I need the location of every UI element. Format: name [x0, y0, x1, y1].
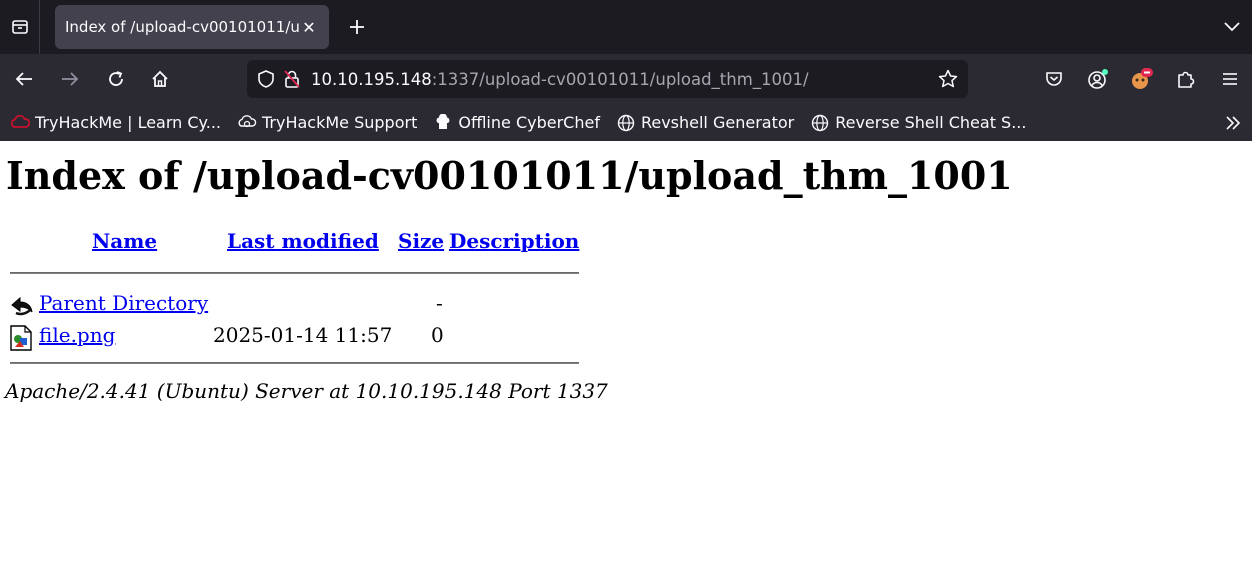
- size-cell: 0: [431, 323, 444, 347]
- bookmark-label: TryHackMe Support: [262, 113, 418, 132]
- navigation-bar: 10.10.195.148:1337/upload-cv00101011/upl…: [0, 54, 1252, 104]
- table-row: Parent Directory -: [10, 287, 580, 319]
- tryhackme-icon: [10, 113, 30, 133]
- back-arrow-icon: [10, 293, 34, 317]
- url-text[interactable]: 10.10.195.148:1337/upload-cv00101011/upl…: [311, 70, 809, 89]
- url-bar[interactable]: 10.10.195.148:1337/upload-cv00101011/upl…: [247, 60, 968, 98]
- last-modified-cell: 2025-01-14 11:57: [213, 323, 393, 347]
- parent-directory-link[interactable]: Parent Directory: [39, 291, 208, 315]
- pocket-icon[interactable]: [1040, 65, 1068, 93]
- insecure-lock-icon[interactable]: [277, 69, 307, 89]
- forward-icon[interactable]: [56, 65, 84, 93]
- new-tab-icon[interactable]: [343, 13, 371, 41]
- table-row: file.png 2025-01-14 11:57 0: [10, 319, 580, 351]
- sort-by-last-modified-link[interactable]: Last modified: [227, 229, 379, 253]
- bookmark-star-icon[interactable]: [938, 69, 958, 93]
- url-host: 10.10.195.148: [311, 69, 432, 89]
- tab-list-icon[interactable]: [0, 0, 40, 54]
- back-icon[interactable]: [10, 65, 38, 93]
- divider: [10, 272, 579, 274]
- size-cell: -: [436, 291, 443, 315]
- chevron-down-icon[interactable]: [1220, 15, 1244, 39]
- chevron-double-right-icon[interactable]: [1222, 112, 1244, 134]
- sort-by-description-link[interactable]: Description: [449, 229, 579, 253]
- bookmark-reverse-shell-cheat-sheet[interactable]: Reverse Shell Cheat S...: [810, 113, 1026, 133]
- bookmark-label: Reverse Shell Cheat S...: [835, 113, 1027, 132]
- bookmark-offline-cyberchef[interactable]: Offline CyberChef: [433, 113, 600, 133]
- reload-icon[interactable]: [102, 65, 130, 93]
- bookmark-revshell-generator[interactable]: Revshell Generator: [616, 113, 794, 133]
- url-path: :1337/upload-cv00101011/upload_thm_1001/: [431, 69, 809, 89]
- extension-foxy-icon[interactable]: [1128, 65, 1156, 93]
- image-file-icon: [10, 325, 34, 351]
- page-content: Index of /upload-cv00101011/upload_thm_1…: [0, 141, 1252, 568]
- shield-icon[interactable]: [255, 70, 277, 88]
- directory-listing: Name Last modified Size Description Pare…: [10, 229, 580, 364]
- home-icon[interactable]: [146, 65, 174, 93]
- close-tab-icon[interactable]: ✕: [299, 18, 319, 37]
- support-icon: [237, 113, 257, 133]
- file-link[interactable]: file.png: [39, 323, 115, 347]
- bookmark-tryhackme[interactable]: TryHackMe | Learn Cy...: [10, 113, 221, 133]
- sort-by-size-link[interactable]: Size: [398, 229, 444, 253]
- globe-icon: [616, 113, 636, 133]
- page-title: Index of /upload-cv00101011/upload_thm_1…: [6, 153, 1013, 198]
- bookmarks-toolbar: TryHackMe | Learn Cy... TryHackMe Suppor…: [0, 104, 1252, 141]
- bookmark-label: Revshell Generator: [640, 113, 795, 132]
- toolbar-right: [1040, 65, 1244, 93]
- server-signature: Apache/2.4.41 (Ubuntu) Server at 10.10.1…: [5, 379, 608, 403]
- tab-title: Index of /upload-cv00101011/upload_thm_1…: [65, 18, 299, 36]
- tab-bar: Index of /upload-cv00101011/upload_thm_1…: [0, 0, 1252, 54]
- menu-icon[interactable]: [1216, 65, 1244, 93]
- bookmark-tryhackme-support[interactable]: TryHackMe Support: [237, 113, 417, 133]
- bookmark-label: TryHackMe | Learn Cy...: [35, 113, 221, 132]
- chef-icon: [433, 113, 453, 133]
- account-icon[interactable]: [1084, 65, 1112, 93]
- extensions-puzzle-icon[interactable]: [1172, 65, 1200, 93]
- tab-active[interactable]: Index of /upload-cv00101011/upload_thm_1…: [55, 5, 329, 49]
- bookmark-label: Offline CyberChef: [458, 113, 600, 132]
- listing-header: Name Last modified Size Description: [10, 229, 580, 259]
- divider: [10, 362, 579, 364]
- globe-icon: [810, 113, 830, 133]
- sort-by-name-link[interactable]: Name: [92, 229, 157, 253]
